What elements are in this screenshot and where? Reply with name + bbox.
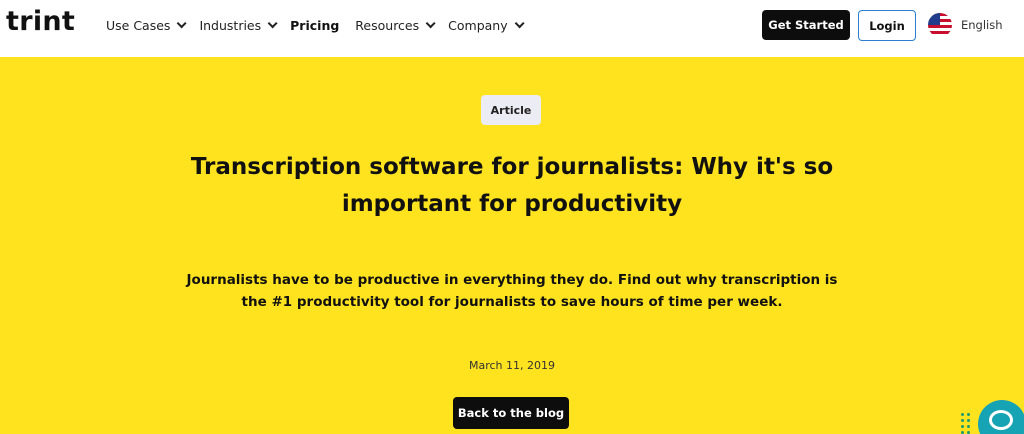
article-hero: Article Transcription software for journ… [0, 57, 1024, 434]
language-selector[interactable]: English [928, 12, 1003, 38]
get-started-button[interactable]: Get Started [762, 10, 850, 40]
nav-item-pricing[interactable]: Pricing [290, 18, 339, 33]
chevron-down-icon [514, 17, 525, 28]
nav-item-resources[interactable]: Resources [355, 17, 436, 33]
nav-item-label: Company [448, 17, 508, 33]
chevron-down-icon [425, 17, 436, 28]
nav-item-use-cases[interactable]: Use Cases [106, 17, 188, 33]
article-title: Transcription software for journalists: … [190, 154, 834, 217]
chevron-down-icon [177, 17, 188, 28]
back-to-blog-button[interactable]: Back to the blog [453, 397, 569, 429]
chevron-down-icon [267, 17, 278, 28]
chat-bubble-icon [989, 410, 1013, 430]
nav-item-label: Use Cases [106, 17, 171, 33]
nav-item-industries[interactable]: Industries [199, 17, 278, 33]
publish-date: March 11, 2019 [468, 359, 555, 372]
top-navigation: trint Use Cases Industries Pricing Resou… [0, 0, 1024, 57]
nav-item-label: Resources [355, 17, 420, 33]
trint-logo[interactable]: trint [6, 6, 75, 37]
login-button[interactable]: Login [858, 10, 916, 41]
drag-grip-icon[interactable] [961, 413, 973, 434]
language-label: English [961, 18, 1003, 32]
nav-item-company[interactable]: Company [448, 17, 525, 33]
article-subtitle: Journalists have to be productive in eve… [186, 272, 838, 310]
article-badge: Article [481, 95, 541, 125]
nav-item-label: Pricing [290, 17, 340, 33]
us-flag-icon [928, 13, 952, 37]
main-menu: Use Cases Industries Pricing Resources C… [106, 0, 537, 50]
nav-item-label: Industries [199, 17, 262, 33]
